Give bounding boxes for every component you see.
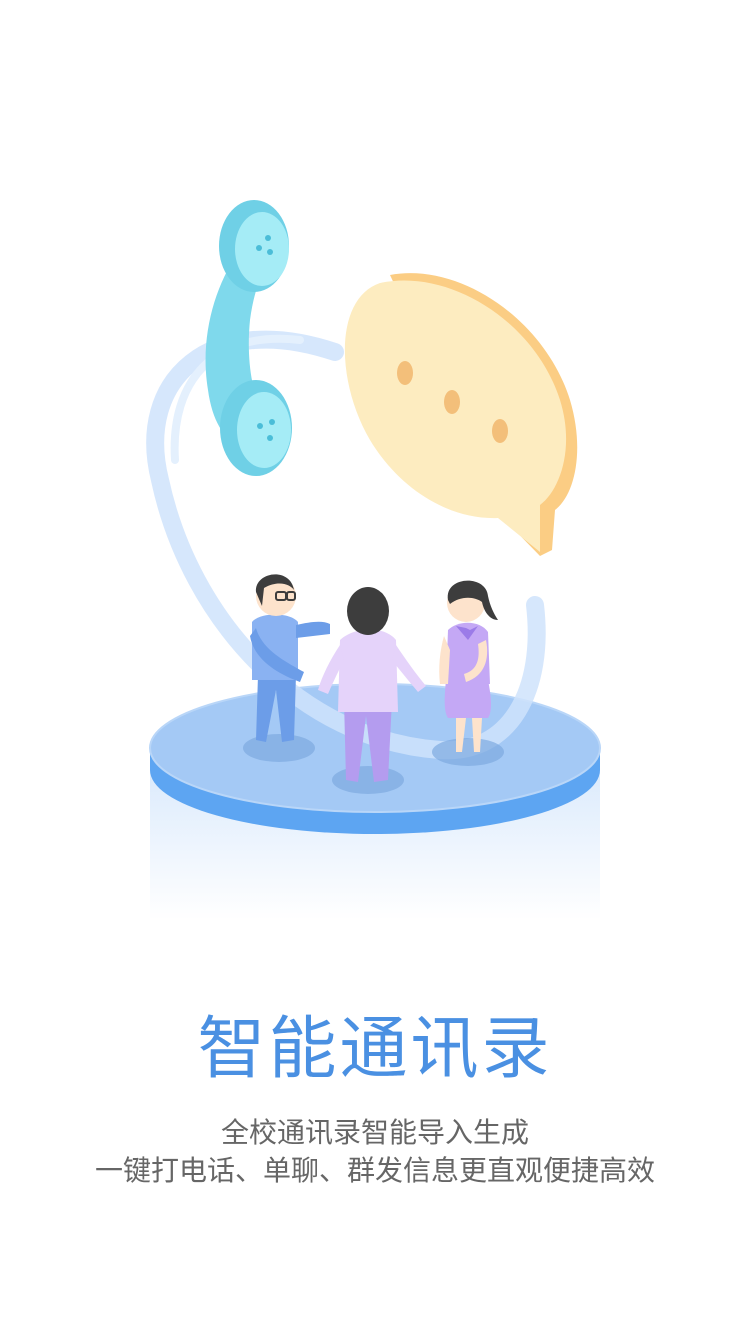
page-title: 智能通讯录 xyxy=(197,1010,553,1089)
subtitle-line-2: 一键打电话、单聊、群发信息更直观便捷高效 xyxy=(94,1154,655,1187)
chat-bubble-icon xyxy=(344,273,578,556)
intro-illustration xyxy=(146,200,601,920)
subtitle-line-1: 全校通讯录智能导入生成 xyxy=(220,1116,529,1149)
